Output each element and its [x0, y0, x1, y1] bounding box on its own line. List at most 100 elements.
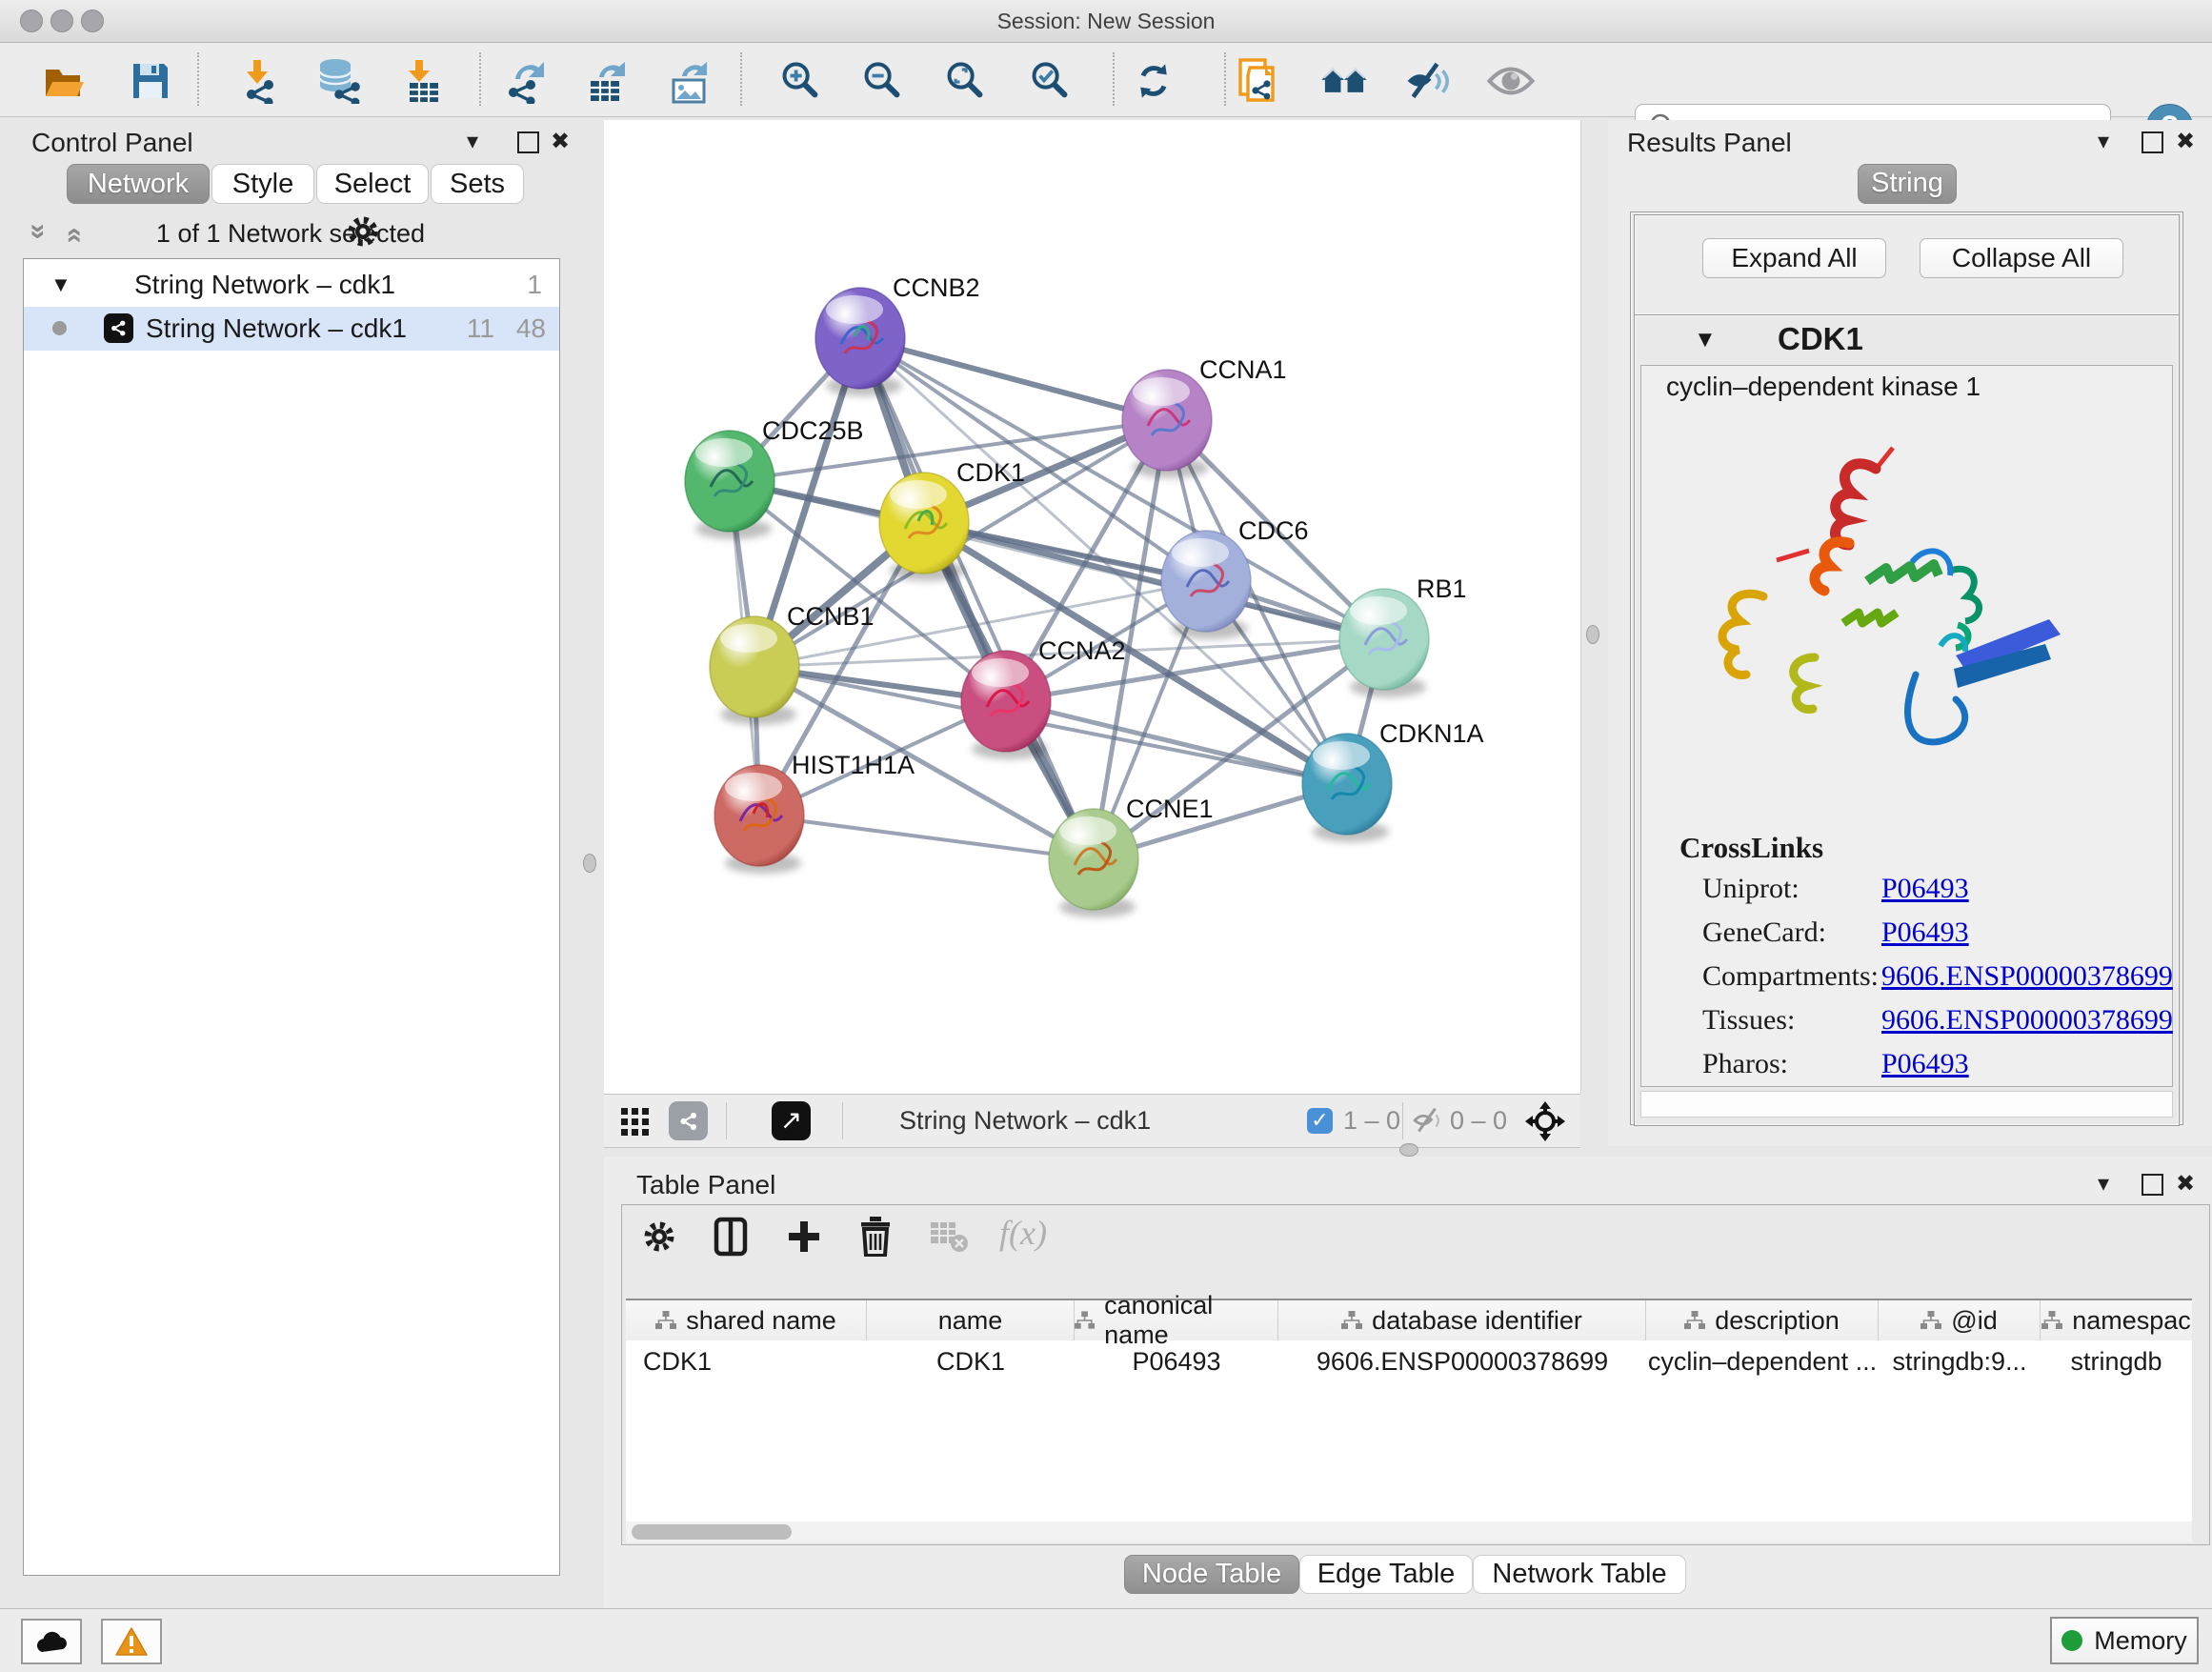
- crosslink-link[interactable]: 9606.ENSP00000378699: [1881, 960, 2173, 993]
- cloud-status-button[interactable]: [21, 1619, 82, 1664]
- tab-network[interactable]: Network: [67, 164, 210, 204]
- tab-string[interactable]: String: [1858, 164, 1957, 204]
- table-hscrollbar-thumb[interactable]: [632, 1524, 792, 1540]
- close-panel-icon[interactable]: ✖: [2176, 1170, 2195, 1198]
- zoom-selected-button[interactable]: [1025, 56, 1075, 106]
- collapse-all-button[interactable]: Collapse All: [1920, 238, 2123, 278]
- network-node-hist1h1a[interactable]: HIST1H1A: [714, 751, 915, 874]
- cell-database-identifier[interactable]: 9606.ENSP00000378699: [1278, 1340, 1646, 1382]
- show-all-button[interactable]: [1486, 56, 1536, 106]
- fit-content-button[interactable]: [940, 56, 990, 106]
- save-session-button[interactable]: [126, 56, 175, 106]
- selected-checkbox-icon[interactable]: ✓: [1307, 1108, 1333, 1134]
- hidden-eye-icon[interactable]: [1412, 1107, 1446, 1138]
- table-gear-icon[interactable]: [641, 1219, 677, 1259]
- crosslink-link[interactable]: P06493: [1881, 873, 1969, 905]
- network-share-button[interactable]: [669, 1101, 708, 1140]
- table-hscrollbar-track[interactable]: [626, 1521, 2192, 1542]
- crosslink-link[interactable]: P06493: [1881, 1048, 1969, 1080]
- delete-column-trash-icon[interactable]: [858, 1217, 893, 1261]
- panel-menu-icon[interactable]: ▾: [2098, 128, 2109, 155]
- crosslink-link[interactable]: 9606.ENSP00000378699: [1881, 1004, 2173, 1037]
- left-splitter-handle[interactable]: [583, 854, 596, 873]
- houses-icon: [1319, 62, 1369, 100]
- network-status-dot: [52, 321, 67, 335]
- results-scrollbar-track[interactable]: [1640, 1091, 2173, 1118]
- cell-shared-name[interactable]: CDK1: [626, 1340, 867, 1382]
- tab-network-table[interactable]: Network Table: [1473, 1555, 1686, 1594]
- tab-style[interactable]: Style: [211, 164, 314, 204]
- collection-expand-icon[interactable]: ▼: [50, 263, 71, 307]
- bottom-splitter-handle[interactable]: [1399, 1143, 1418, 1157]
- export-table-button[interactable]: [582, 56, 632, 106]
- pan-crosshair-icon[interactable]: [1523, 1099, 1567, 1148]
- memory-button[interactable]: Memory: [2050, 1617, 2199, 1664]
- crosslink-link[interactable]: P06493: [1881, 917, 1969, 949]
- network-type-icon: [104, 313, 133, 343]
- network-node-ccnb2[interactable]: CCNB2: [815, 273, 980, 396]
- node-table: shared name name canonical name database…: [626, 1299, 2192, 1521]
- column-header-name[interactable]: name: [867, 1300, 1075, 1340]
- network-node-cdkn1a[interactable]: CDKN1A: [1302, 719, 1484, 842]
- export-network-icon: [502, 58, 548, 104]
- gene-section: ▼ CDK1 cyclin–dependent kinase 1: [1634, 314, 2180, 1126]
- crosslink-label: GeneCard:: [1702, 917, 1826, 949]
- import-network-button[interactable]: [233, 56, 283, 106]
- birdseye-grid-icon[interactable]: [621, 1108, 650, 1141]
- float-panel-icon[interactable]: [517, 131, 539, 158]
- expand-all-button[interactable]: Expand All: [1702, 238, 1886, 278]
- protein-structure-image: [1672, 419, 2081, 791]
- network-options-gear-icon[interactable]: [345, 213, 381, 254]
- gene-collapse-icon[interactable]: ▼: [1694, 327, 1717, 353]
- column-type-icon: [1920, 1311, 1941, 1330]
- show-columns-icon[interactable]: [714, 1217, 748, 1261]
- warning-status-button[interactable]: [101, 1619, 162, 1664]
- close-panel-icon[interactable]: ✖: [551, 128, 570, 155]
- open-session-button[interactable]: [39, 56, 89, 106]
- toolbar-separator: [1113, 52, 1115, 106]
- import-table-icon: [402, 58, 444, 104]
- import-network-from-database-button[interactable]: [313, 56, 363, 106]
- tab-sets[interactable]: Sets: [431, 164, 524, 204]
- column-header-database-identifier[interactable]: database identifier: [1278, 1300, 1646, 1340]
- export-image-button[interactable]: [665, 56, 714, 106]
- export-table-icon: [584, 58, 630, 104]
- network-overview-button[interactable]: [1319, 56, 1369, 106]
- float-panel-icon[interactable]: [2142, 131, 2163, 158]
- export-network-button[interactable]: [500, 56, 550, 106]
- cell-id[interactable]: stringdb:9...: [1879, 1340, 2041, 1382]
- network-row-selected[interactable]: String Network – cdk1 11 48: [24, 307, 559, 351]
- import-table-button[interactable]: [398, 56, 448, 106]
- close-panel-icon[interactable]: ✖: [2176, 128, 2195, 155]
- network-graph[interactable]: CCNB2CCNA1CDC25BCDK1CDC6RB1CCNB1CCNA2CDK…: [604, 120, 1580, 1094]
- apply-layout-button[interactable]: [1129, 56, 1178, 106]
- zoom-in-button[interactable]: [775, 56, 825, 106]
- add-column-icon[interactable]: [786, 1219, 822, 1259]
- column-header-description[interactable]: description: [1646, 1300, 1879, 1340]
- panel-menu-icon[interactable]: ▾: [2098, 1170, 2109, 1198]
- open-in-window-button[interactable]: ↗: [772, 1101, 811, 1140]
- cell-namespace[interactable]: stringdb: [2041, 1340, 2192, 1382]
- cell-canonical-name[interactable]: P06493: [1075, 1340, 1278, 1382]
- tab-select[interactable]: Select: [316, 164, 429, 204]
- share-documents-button[interactable]: [1235, 56, 1284, 106]
- crosslink-label: Compartments:: [1702, 960, 1879, 993]
- network-collection-row[interactable]: ▼ String Network – cdk1 1: [24, 263, 559, 307]
- cell-description[interactable]: cyclin–dependent ...: [1646, 1340, 1879, 1382]
- column-header-id[interactable]: @id: [1879, 1300, 2041, 1340]
- column-header-canonical-name[interactable]: canonical name: [1075, 1300, 1278, 1340]
- column-header-shared-name[interactable]: shared name: [626, 1300, 867, 1340]
- zoom-out-button[interactable]: [857, 56, 907, 106]
- column-header-namespace[interactable]: namespac: [2041, 1300, 2192, 1340]
- hide-selected-button[interactable]: [1403, 56, 1453, 106]
- network-canvas[interactable]: CCNB2CCNA1CDC25BCDK1CDC6RB1CCNB1CCNA2CDK…: [604, 120, 1581, 1094]
- network-node-cdc25b[interactable]: CDC25B: [685, 416, 864, 539]
- right-splitter-handle[interactable]: [1586, 625, 1599, 644]
- node-label: CDKN1A: [1379, 719, 1484, 748]
- panel-menu-icon[interactable]: ▾: [467, 128, 478, 155]
- tab-edge-table[interactable]: Edge Table: [1299, 1555, 1473, 1594]
- network-node-rb1[interactable]: RB1: [1339, 574, 1467, 697]
- float-panel-icon[interactable]: [2142, 1174, 2163, 1200]
- tab-node-table[interactable]: Node Table: [1124, 1555, 1299, 1594]
- cell-name[interactable]: CDK1: [867, 1340, 1075, 1382]
